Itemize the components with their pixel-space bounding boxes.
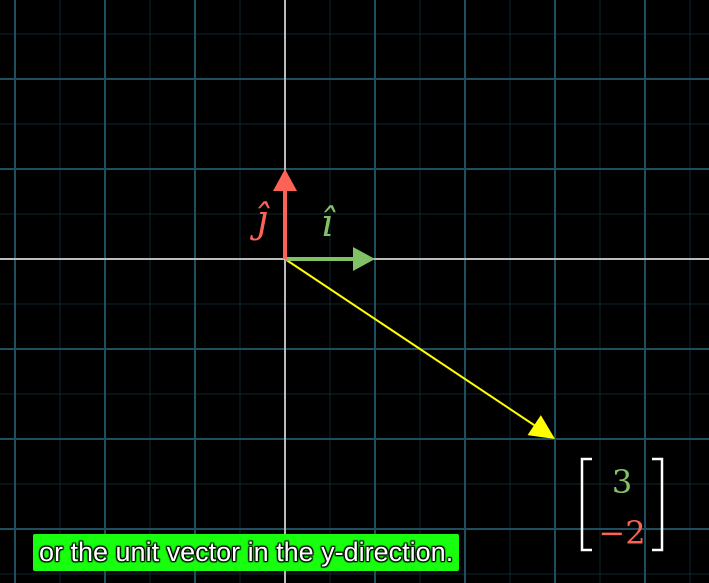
i-hat-label: î: [321, 201, 336, 245]
j-hat-label: ĵ: [249, 197, 270, 241]
subtitle-caption: or the unit vector in the y-direction.: [33, 534, 460, 571]
column-matrix: 3 −2: [580, 457, 664, 552]
right-bracket: [652, 457, 664, 552]
math-scene: î ĵ 3 −2 or the unit vector in the y-dir…: [0, 0, 709, 583]
matrix-entry-top: 3: [612, 463, 632, 501]
coordinate-plane: î ĵ 3 −2: [0, 0, 709, 583]
major-grid-lines: [0, 0, 709, 583]
left-bracket: [580, 457, 592, 552]
minor-grid-lines: [0, 0, 709, 583]
matrix-entry-bottom: −2: [598, 514, 645, 552]
